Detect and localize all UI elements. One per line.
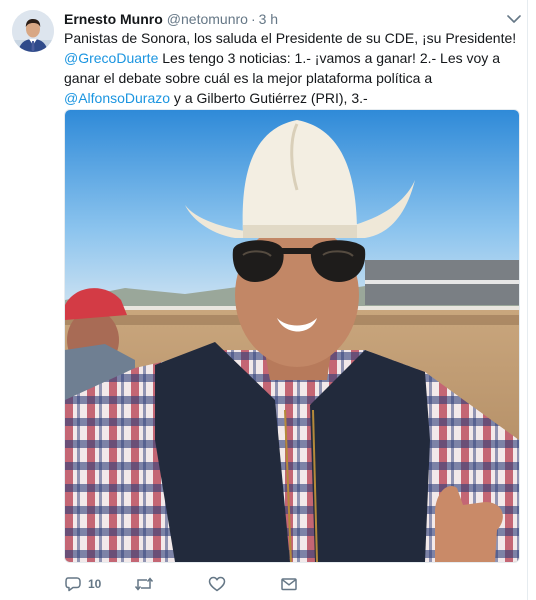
reply-button[interactable]: 10 — [64, 573, 101, 595]
chevron-down-icon — [507, 15, 521, 23]
tweet-text-part: y a Gilberto Gutiérrez (PRI), 3.- — [170, 90, 368, 106]
like-button[interactable] — [208, 573, 232, 595]
direct-message-button[interactable] — [280, 573, 298, 595]
reply-icon — [65, 577, 81, 592]
right-divider — [527, 0, 528, 600]
author-name[interactable]: Ernesto Munro — [64, 11, 163, 27]
reply-count: 10 — [88, 577, 102, 591]
envelope-icon — [281, 578, 297, 591]
author-handle[interactable]: @netomunro — [167, 11, 248, 27]
avatar[interactable] — [12, 10, 54, 52]
tweet-card[interactable]: Ernesto Munro @netomunro · 3 h Panistas de … — [0, 0, 536, 600]
tweet-text-part: Panistas de Sonora, los saluda el Presid… — [64, 30, 517, 46]
tweet-menu-button[interactable] — [506, 12, 522, 24]
avatar-image — [12, 10, 54, 52]
retweet-button[interactable] — [134, 573, 160, 595]
retweet-icon — [134, 577, 154, 591]
mention-link[interactable]: @GrecoDuarte — [64, 50, 158, 66]
heart-icon — [208, 576, 226, 592]
photo-image — [65, 110, 519, 562]
tweet-header: Ernesto Munro @netomunro · 3 h — [64, 9, 502, 29]
tweet-actions: 10 — [64, 573, 364, 595]
tweet-photo[interactable] — [64, 109, 520, 563]
tweet-text: Panistas de Sonora, los saluda el Presid… — [64, 28, 524, 108]
separator-dot: · — [250, 11, 256, 27]
timestamp[interactable]: 3 h — [259, 11, 278, 27]
mention-link[interactable]: @AlfonsoDurazo — [64, 90, 170, 106]
